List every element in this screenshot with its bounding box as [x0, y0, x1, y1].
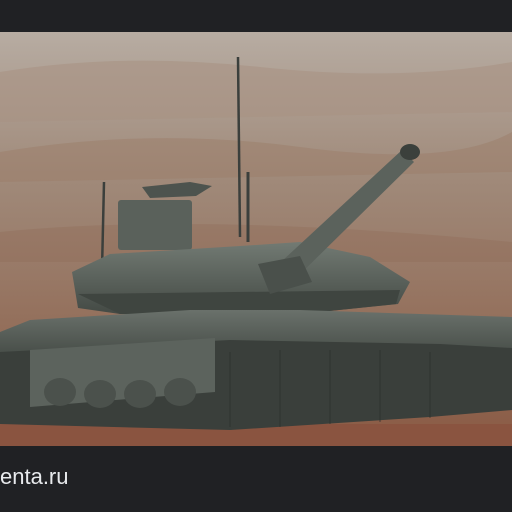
source-caption[interactable]: enta.ru — [0, 462, 69, 492]
commander-sight — [118, 200, 192, 250]
caption-bar — [0, 446, 512, 512]
image-viewer: enta.ru — [0, 0, 512, 512]
gun-muzzle — [400, 144, 420, 160]
tank-photo[interactable] — [0, 32, 512, 446]
top-bar — [0, 0, 512, 32]
